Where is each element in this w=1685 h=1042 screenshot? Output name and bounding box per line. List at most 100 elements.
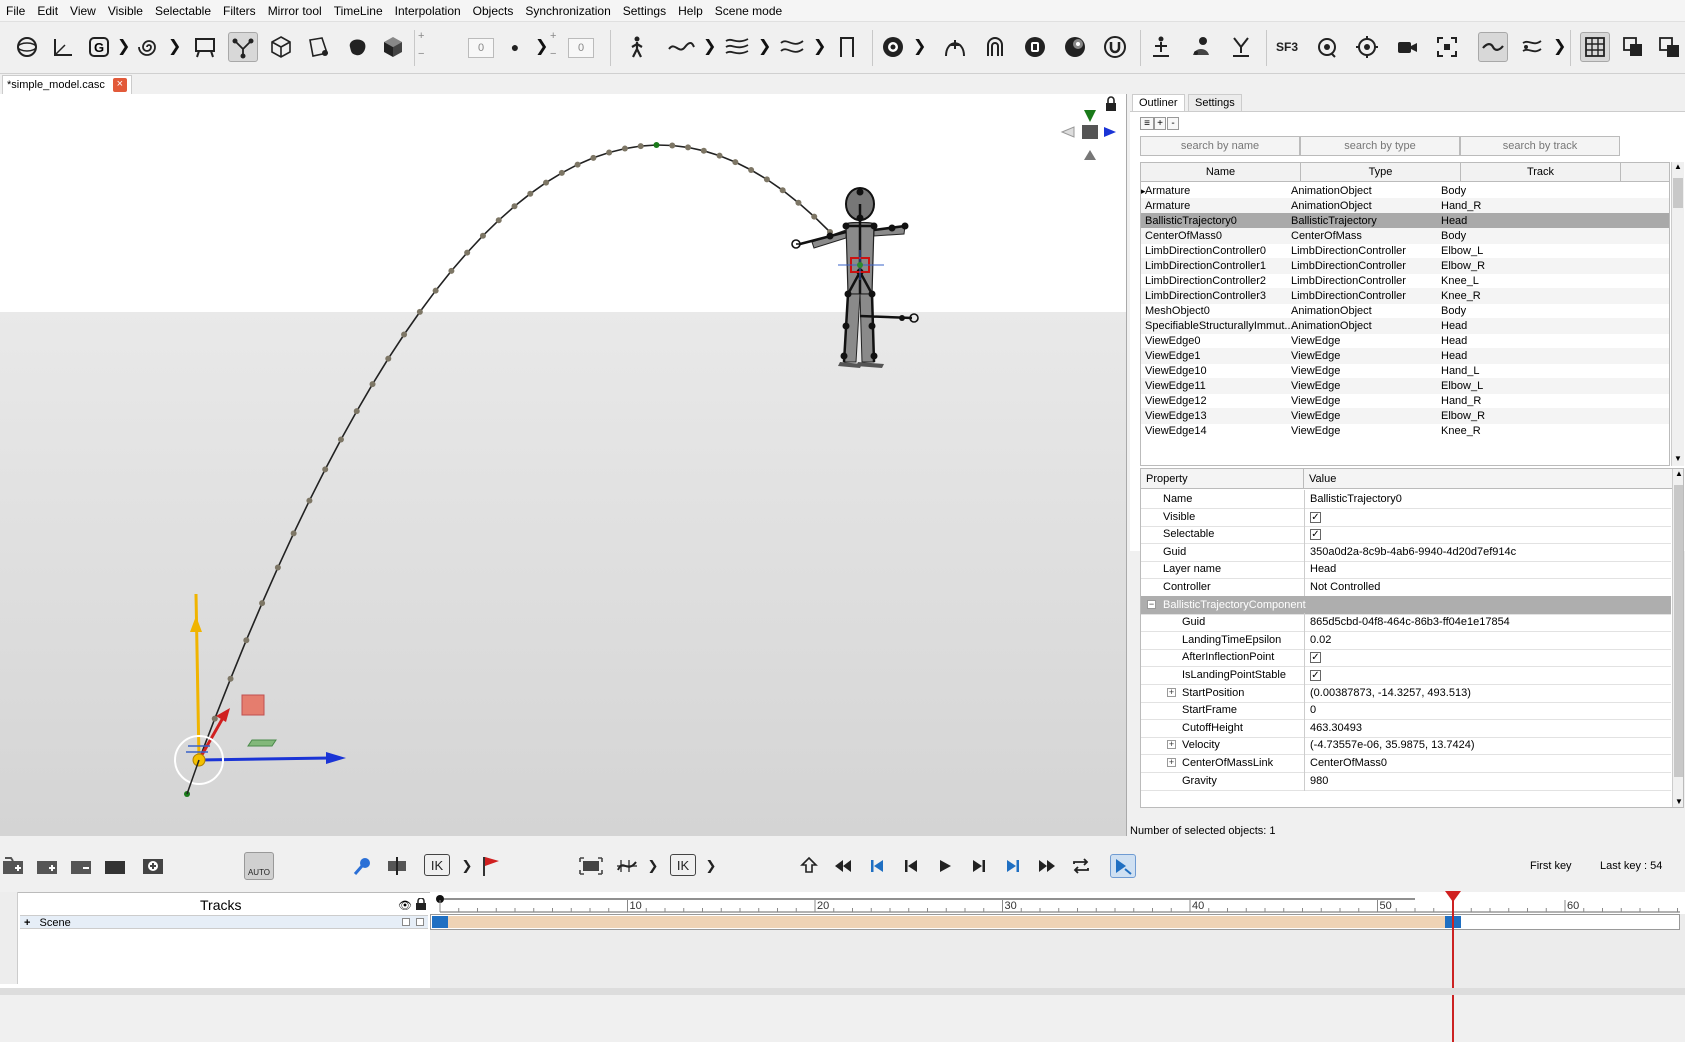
outliner-row[interactable]: Armature AnimationObject Body ▸ [1141,183,1669,199]
double-circle-icon[interactable] [1060,32,1090,62]
curve-multi-icon[interactable] [722,32,752,62]
menu-settings[interactable]: Settings [617,0,672,22]
g-icon[interactable]: G [84,32,114,62]
first-key-icon[interactable] [864,854,890,878]
stop-circle-icon[interactable] [1020,32,1050,62]
outliner-row[interactable]: ViewEdge11 ViewEdge Elbow_L [1141,378,1669,394]
chevron-right-icon[interactable]: ❯ [535,36,548,56]
track-row-scene[interactable]: + Scene [20,915,428,929]
trajectory-point[interactable] [511,203,518,210]
outliner-row[interactable]: Armature AnimationObject Hand_R [1141,198,1669,214]
collapse-all-button[interactable]: - [1167,117,1179,130]
property-row[interactable]: Layer name Head [1141,560,1671,580]
trajectory-point[interactable] [590,154,597,161]
viewport-3d[interactable] [0,94,1127,836]
scene-track-range[interactable] [432,916,1445,928]
walk-icon[interactable] [622,32,652,62]
spin-plus-2[interactable]: + [550,30,556,42]
split-icon[interactable] [384,854,410,878]
bracket-icon[interactable] [832,32,862,62]
orientation-gizmo[interactable] [1060,110,1116,160]
property-value[interactable]: Head [1304,560,1671,580]
trajectory-point[interactable] [274,564,281,571]
menu-view[interactable]: View [64,0,102,22]
last-key-icon[interactable] [1000,854,1026,878]
focus-frame-icon[interactable] [1432,32,1462,62]
spin-field-2[interactable]: 0 [568,38,594,58]
trajectory-point[interactable] [716,152,723,159]
folder-icon[interactable] [102,854,128,878]
lock-icon[interactable] [416,897,426,910]
trajectory-point[interactable] [290,530,297,537]
trajectory-point[interactable] [416,308,423,315]
outliner-scrollbar[interactable]: ▲ ▼ [1671,162,1684,466]
spin-plus[interactable]: + [418,30,424,42]
expand-icon[interactable]: + [1167,687,1176,697]
trajectory-point[interactable] [227,675,234,682]
loop-icon[interactable] [1068,854,1094,878]
pair-figure-icon[interactable] [1186,32,1216,62]
property-group[interactable]: BallisticTrajectoryComponent − [1141,595,1671,615]
menu-filters[interactable]: Filters [217,0,262,22]
outliner-row[interactable]: ViewEdge13 ViewEdge Elbow_R [1141,408,1669,424]
property-row[interactable]: Selectable ✓ [1141,525,1671,545]
trajectory-point[interactable] [369,381,376,388]
trajectory-point[interactable] [385,355,392,362]
chevron-right-icon[interactable]: ❯ [758,36,771,56]
spin-minus-2[interactable]: − [550,48,556,60]
chevron-right-icon[interactable]: ❯ [454,854,480,878]
chevron-right-icon[interactable]: ❯ [640,854,666,878]
trajectory-point[interactable] [211,715,218,722]
trajectory-point[interactable] [795,199,802,206]
trajectory-point[interactable] [685,144,692,151]
scene-canvas[interactable] [0,94,1127,836]
outliner-row[interactable]: BallisticTrajectory0 BallisticTrajectory H… [1141,213,1669,229]
lock-checkbox[interactable] [416,918,424,926]
outliner-row[interactable]: LimbDirectionController3 LimbDirectionCon… [1141,288,1669,304]
key-search-icon[interactable] [350,854,376,878]
trajectory-point[interactable] [748,166,755,173]
rewind-icon[interactable] [830,854,856,878]
trajectory-point[interactable] [527,190,534,197]
tracks-scrollbar[interactable] [0,892,18,984]
property-row[interactable]: Name BallisticTrajectory0 [1141,490,1671,509]
property-value[interactable]: Not Controlled [1304,578,1671,597]
expand-icon[interactable]: + [1167,740,1176,750]
property-value[interactable]: 980 [1304,771,1671,791]
trajectory-point[interactable] [353,408,360,415]
ik-button[interactable]: IK [424,854,450,876]
frame-icon[interactable] [190,32,220,62]
tree-toggle-icon[interactable]: ≡ [1140,117,1154,130]
outliner-row[interactable]: MeshObject0 AnimationObject Body [1141,303,1669,319]
property-value[interactable]: ✓ [1304,507,1671,527]
target-rotate-icon[interactable] [1312,32,1342,62]
menu-help[interactable]: Help [672,0,709,22]
outliner-row[interactable]: ViewEdge12 ViewEdge Hand_R [1141,393,1669,409]
collapse-icon[interactable]: − [1147,599,1156,609]
chevron-right-icon[interactable]: ❯ [698,854,724,878]
timeline-scrollbar[interactable] [0,988,1685,995]
property-value[interactable]: ✓ [1304,525,1671,545]
ik-button-2[interactable]: IK [670,854,696,876]
outliner-row[interactable]: LimbDirectionController2 LimbDirectionCon… [1141,273,1669,289]
tab-settings[interactable]: Settings [1188,94,1242,111]
cube-solid-icon[interactable] [378,32,408,62]
menu-interpolation[interactable]: Interpolation [389,0,467,22]
close-icon[interactable]: × [112,78,127,92]
visibility-checkbox[interactable] [402,918,410,926]
chevron-right-icon[interactable]: ❯ [913,36,926,56]
timeline-ruler[interactable]: 10 20 30 40 50 60 [430,892,1685,914]
expand-all-button[interactable]: + [1154,117,1166,130]
trajectory-peak-point[interactable] [653,142,660,149]
fit-view-icon[interactable] [578,854,604,878]
trajectory-point[interactable] [322,466,329,473]
property-row[interactable]: Velocity + (-4.73557e-06, 35.9875, 13.7424… [1141,736,1671,756]
property-row[interactable]: StartFrame 0 [1141,701,1671,721]
search-by-track-input[interactable]: search by track [1460,136,1620,156]
property-checkbox[interactable]: ✓ [1310,652,1321,664]
character-figure[interactable] [791,187,919,368]
playhead[interactable] [1451,892,1454,1042]
magnet-icon[interactable] [1100,32,1130,62]
chevron-right-icon[interactable]: ❯ [1553,36,1566,56]
box-edit-icon[interactable] [304,32,334,62]
